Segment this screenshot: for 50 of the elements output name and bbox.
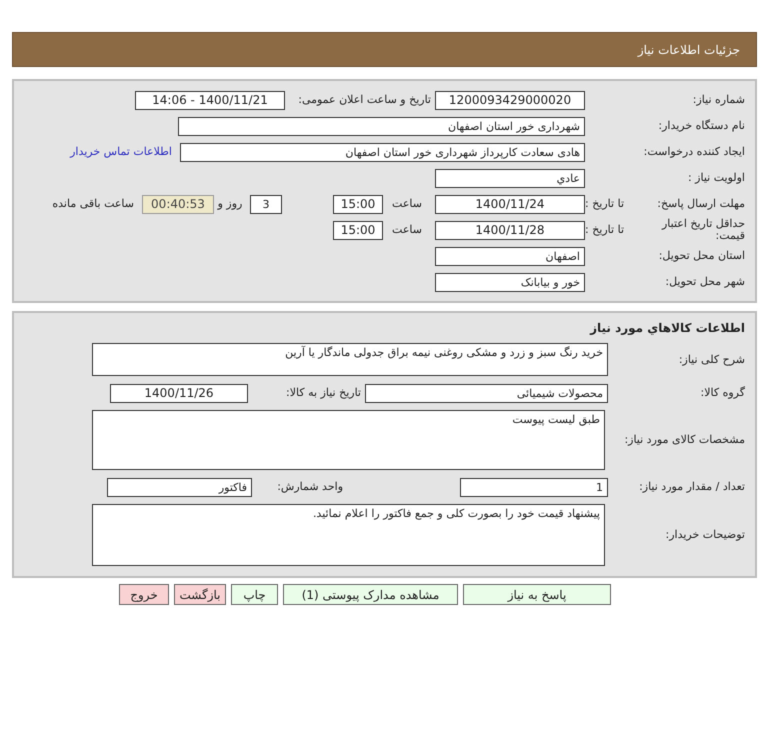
field-label: استان محل تحویل: (658, 250, 746, 262)
field-label: حداقل تاریخ اعتبار قیمت: (660, 218, 746, 242)
field-label: شماره نیاز: (692, 94, 746, 106)
text-field[interactable]: 15:00 (333, 194, 383, 214)
text-field[interactable]: 1400/11/26 (110, 384, 248, 402)
action-button[interactable]: بازگشت (174, 584, 226, 605)
contact-link[interactable]: اطلاعات تماس خریدار (70, 144, 172, 160)
field-label: تا تاریخ : (585, 198, 625, 210)
field-label: ساعت (391, 198, 423, 210)
text-field[interactable]: شهرداری خور استان اصفهان (178, 116, 585, 136)
text-field[interactable]: خور و بیابانک (435, 272, 585, 292)
text-field[interactable]: محصولات شیمیائی (365, 384, 608, 402)
field-label: اولویت نیاز : (686, 172, 746, 184)
text-area[interactable]: خرید رنگ سبز و زرد و مشکی روغنی نیمه براق جدولی ماندگار یا آرین (92, 343, 608, 376)
text-area[interactable]: پیشنهاد قیمت خود را بصورت کلی و جمع فاکتور را اعلام نمائید. (92, 504, 605, 566)
field-label: ساعت (391, 224, 423, 236)
text-field[interactable]: فاکتور (107, 478, 252, 496)
field-label: ایجاد کننده درخواست: (642, 146, 746, 158)
text-field[interactable]: 1 (460, 478, 608, 496)
field-label: ساعت باقی مانده (52, 198, 135, 210)
text-field[interactable]: عادي (435, 168, 585, 188)
text-field[interactable]: 1400/11/21 - 14:06 (135, 90, 285, 110)
field-label: تعداد / مقدار مورد نیاز: (638, 481, 746, 493)
field-label: تاریخ و ساعت اعلان عمومی: (297, 94, 432, 106)
text-field[interactable]: هادی سعادت کارپرداز شهرداری خور استان اصفهان (180, 142, 585, 162)
field-label: واحد شمارش: (276, 481, 344, 493)
field-label: مشخصات کالای مورد نیاز: (623, 434, 746, 446)
field-label: شهر محل تحویل: (664, 276, 746, 288)
field-label: نام دستگاه خریدار: (657, 120, 746, 132)
field-label: توضیحات خریدار: (664, 529, 746, 541)
field-label: مهلت ارسال پاسخ: (656, 198, 746, 210)
field-label: تاریخ نیاز به کالا: (285, 387, 362, 399)
text-field[interactable]: 1400/11/24 (435, 194, 585, 214)
text-area[interactable]: طبق لیست پیوست (92, 410, 605, 470)
text-field[interactable]: 1400/11/28 (435, 220, 585, 240)
field-label: گروه کالا: (700, 387, 746, 399)
text-field[interactable]: 1200093429000020 (435, 90, 585, 110)
page-title: جزئیات اطلاعات نیاز (638, 42, 740, 58)
text-field[interactable]: 15:00 (333, 220, 383, 240)
countdown-field: 00:40:53 (142, 194, 214, 214)
section-title: اطلاعات كالاهاي مورد نياز (588, 320, 746, 337)
text-field[interactable]: اصفهان (435, 246, 585, 266)
action-button[interactable]: پاسخ به نیاز (463, 584, 611, 605)
action-button[interactable]: چاپ (231, 584, 278, 605)
field-label: شرح کلی نیاز: (678, 354, 746, 366)
action-button[interactable]: مشاهده مدارک پیوستی (1) (283, 584, 458, 605)
action-button[interactable]: خروج (119, 584, 169, 605)
field-label: روز و (216, 198, 244, 210)
field-label: تا تاریخ : (585, 224, 625, 236)
text-field[interactable]: 3 (250, 194, 282, 214)
